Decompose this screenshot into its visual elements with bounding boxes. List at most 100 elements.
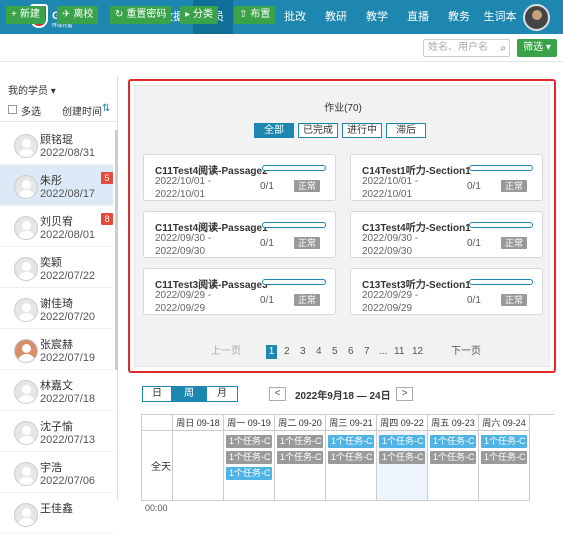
tab-completed[interactable]: 已完成 [298,123,338,138]
calendar-corner [142,415,173,431]
page-number[interactable]: 12 [412,345,423,359]
all-day-label: 全天 [151,462,171,473]
multi-select-checkbox[interactable] [8,105,17,114]
homework-start-date: 2022/09/30 - [362,233,419,244]
student-list-item[interactable]: 张宸赫 2022/07/19 [0,329,113,370]
tab-in-progress[interactable]: 进行中 [342,123,382,138]
calendar-event[interactable]: 1个任务-C [277,435,323,448]
calendar-event[interactable]: 1个任务-C [328,435,374,448]
page-number[interactable]: 6 [348,345,354,359]
student-avatar [14,216,38,240]
student-name: 刘贝宥 [40,216,73,228]
calendar-event[interactable]: 1个任务-C [328,451,374,464]
nav-item-research[interactable]: 教研 [318,0,354,34]
new-button[interactable]: + 新建 [6,6,45,24]
view-day[interactable]: 日 [142,386,172,402]
calendar-event[interactable]: 1个任务-C [226,451,272,464]
homework-card[interactable]: C13Test4听力-Section1 2022/09/30 - 2022/09/3… [350,211,543,258]
student-list-item[interactable]: 刘贝宥 2022/08/01 8 [0,206,113,247]
next-week-button[interactable]: > [396,387,413,401]
nav-item-teaching[interactable]: 教学 [359,0,395,34]
reset-password-button[interactable]: ↻ 重置密码 [110,6,172,24]
calendar-event[interactable]: 1个任务-C [379,435,425,448]
student-date: 2022/07/20 [40,311,96,323]
calendar-range: 2022年9月18 — 24日 [295,391,391,402]
sort-icon[interactable]: ⇅ [102,103,110,114]
student-list-item[interactable]: 沈子愉 2022/07/13 [0,411,113,452]
student-list-item[interactable]: 奕颖 2022/07/22 [0,247,113,288]
prev-page[interactable]: 上一页 [211,345,241,359]
student-avatar [14,421,38,445]
nav-item-admin[interactable]: 教务 [441,0,477,34]
student-name: 奕颖 [40,257,62,269]
page-number[interactable]: 3 [300,345,306,359]
student-date: 2022/08/17 [40,188,96,200]
calendar-event[interactable]: 1个任务-C [481,451,527,464]
student-list-item[interactable]: 谢佳琦 2022/07/20 [0,288,113,329]
page-number[interactable]: 1 [266,345,277,359]
homework-start-date: 2022/09/30 - [155,233,212,244]
sort-by-created[interactable]: 创建时间 [62,103,102,118]
homework-card[interactable]: C11Test4阅读-Passage2 2022/10/01 - 2022/10/0… [143,154,336,201]
nav-item-grading[interactable]: 批改 [277,0,313,34]
homework-card[interactable]: C14Test1听力-Section1 2022/10/01 - 2022/10/0… [350,154,543,201]
homework-status-badge: 正常 [294,180,321,192]
page-number[interactable]: 7 [364,345,370,359]
student-scope-dropdown[interactable]: 我的学员 ▾ [8,82,56,97]
nav-item-vocab[interactable]: 生词本 [480,0,520,34]
next-page[interactable]: 下一页 [451,345,481,359]
homework-card[interactable]: C11Test3阅读-Passage3 2022/09/29 - 2022/09/2… [143,268,336,315]
homework-count: 0/1 [260,295,274,306]
calendar-event[interactable]: 1个任务-C [430,451,476,464]
student-list-item[interactable]: 顾铭琨 2022/08/31 [0,124,113,165]
reset-label: 重置密码 [126,9,167,20]
calendar-event[interactable]: 1个任务-C [430,435,476,448]
homework-count: 0/1 [467,295,481,306]
view-month[interactable]: 月 [206,386,238,402]
homework-card-title: C11Test4阅读-Passage2 [155,166,268,177]
assign-button[interactable]: ⇧ 布置 [234,6,276,24]
group-button[interactable]: ▸ 分类 [180,6,219,24]
view-week[interactable]: 周 [172,386,206,402]
homework-card[interactable]: C13Test3听力-Section1 2022/09/29 - 2022/09/2… [350,268,543,315]
sidebar-scrollbar[interactable] [115,130,118,370]
page-number[interactable]: 4 [316,345,322,359]
user-avatar[interactable] [523,4,550,31]
page-number[interactable]: 2 [284,345,290,359]
prev-week-button[interactable]: < [269,387,286,401]
homework-start-date: 2022/09/29 - [362,290,419,301]
calendar-event[interactable]: 1个任务-C [226,467,272,480]
walk-icon: ✈ [62,9,71,20]
student-list-item[interactable]: 林嘉文 2022/07/18 [0,370,113,411]
assign-label: 布置 [250,9,271,20]
calendar-event[interactable]: 1个任务-C [379,451,425,464]
tab-overdue[interactable]: 滞后 [386,123,426,138]
page-number[interactable]: 11 [394,345,404,359]
calendar-day-header: 周日 09-18 [173,415,224,431]
calendar-event[interactable]: 1个任务-C [277,451,323,464]
nav-item-live[interactable]: 直播 [400,0,436,34]
student-list-item[interactable]: 王佳鑫 [0,493,113,534]
student-list-item[interactable]: 宇浩 2022/07/06 [0,452,113,493]
student-avatar [14,298,38,322]
homework-end-date: 2022/09/29 [155,303,206,314]
student-list-item[interactable]: 朱彤 2022/08/17 5 [0,165,113,206]
calendar-toolbar: 日 周 月 < 2022年9月18 — 24日 > [128,384,558,404]
search-icon[interactable]: ⌕ [500,41,506,57]
homework-card-title: C13Test3听力-Section1 [362,280,471,291]
student-name: 林嘉文 [40,380,73,392]
homework-card[interactable]: C11Test4阅读-Passage1 2022/09/30 - 2022/09/3… [143,211,336,258]
filter-button[interactable]: 筛选 ▾ [517,39,557,57]
plus-icon: + [11,9,17,20]
student-name: 张宸赫 [40,339,73,351]
page-number[interactable]: 5 [332,345,338,359]
calendar-event[interactable]: 1个任务-C [481,435,527,448]
student-avatar [14,339,38,363]
student-avatar [14,134,38,158]
leave-school-button[interactable]: ✈ 离校 [57,6,99,24]
calendar-event[interactable]: 1个任务-C [226,435,272,448]
student-avatar [14,257,38,281]
calendar-day-column[interactable] [173,431,224,501]
search-input[interactable]: 姓名、用户名 ⌕ [423,39,510,57]
tab-all[interactable]: 全部 [254,123,294,138]
